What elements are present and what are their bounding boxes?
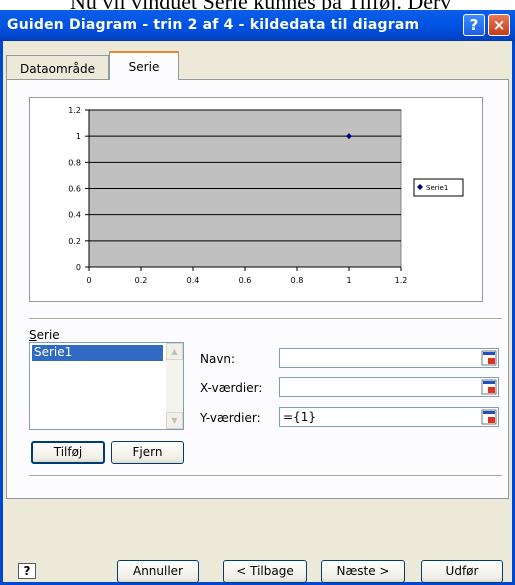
separator-highlight	[29, 476, 502, 477]
y-values-value: ={1}	[283, 410, 316, 424]
close-button[interactable]: ×	[488, 14, 510, 36]
collapse-dialog-icon[interactable]	[481, 350, 497, 366]
legend-label: Serie1	[426, 184, 448, 192]
scroll-down-icon[interactable]: ▼	[166, 412, 183, 429]
y-tick-label: 0.6	[68, 185, 81, 194]
back-button[interactable]: < Tilbage	[223, 560, 307, 583]
separator-highlight	[29, 319, 502, 320]
y-tick-label: 0.4	[68, 211, 81, 220]
cancel-button[interactable]: Annuller	[117, 560, 199, 583]
x-tick-label: 0.8	[291, 276, 304, 285]
collapse-dialog-icon[interactable]	[481, 379, 497, 395]
help-icon[interactable]: ?	[18, 563, 36, 579]
y-tick-label: 1.2	[68, 106, 81, 115]
y-tick-label: 0.2	[68, 237, 81, 246]
next-button[interactable]: Næste >	[321, 560, 405, 583]
x-tick-label: 0	[86, 276, 91, 285]
scroll-up-icon[interactable]: ▲	[166, 343, 183, 360]
x-tick-label: 1	[346, 276, 351, 285]
y-values-label: Y-værdier:	[200, 411, 261, 425]
tab-serie[interactable]: Serie	[109, 51, 179, 80]
y-tick-label: 1	[76, 132, 81, 141]
x-values-field[interactable]	[279, 377, 499, 397]
y-tick-label: 0.8	[68, 158, 81, 167]
remove-button[interactable]: Fjern	[111, 441, 184, 464]
x-tick-label: 0.4	[187, 276, 200, 285]
help-title-button[interactable]: ?	[463, 14, 485, 36]
title-bar: Guiden Diagram - trin 2 af 4 - kildedata…	[0, 10, 515, 41]
chart-preview: 0 0.2 0.4 0.6 0.8 1 1.2 0 0.2 0.4 0.6 0.8 1 1.2 Serie…	[29, 97, 483, 302]
tab-dataomraade[interactable]: Dataområde	[6, 55, 109, 79]
scatter-chart: 0 0.2 0.4 0.6 0.8 1 1.2 0 0.2 0.4 0.6 0.8 1 1.2 Serie…	[68, 106, 464, 285]
x-tick-label: 0.2	[135, 276, 148, 285]
x-tick-label: 1.2	[395, 276, 408, 285]
name-field[interactable]	[279, 348, 499, 368]
collapse-dialog-icon[interactable]	[481, 409, 497, 425]
serie-section-label: Serie	[29, 328, 60, 342]
series-list-item[interactable]: Serie1	[32, 345, 163, 361]
finish-button[interactable]: Udfør	[421, 560, 503, 583]
listbox-scrollbar[interactable]: ▲ ▼	[166, 343, 183, 429]
series-listbox[interactable]: Serie1 ▲ ▼	[29, 342, 184, 430]
x-values-label: X-værdier:	[200, 381, 263, 395]
window-title: Guiden Diagram - trin 2 af 4 - kildedata…	[7, 17, 420, 33]
add-button[interactable]: Tilføj	[31, 441, 105, 464]
y-tick-label: 0	[76, 263, 81, 272]
x-tick-label: 0.6	[239, 276, 252, 285]
y-values-field[interactable]: ={1}	[279, 407, 499, 427]
name-label: Navn:	[200, 352, 236, 366]
